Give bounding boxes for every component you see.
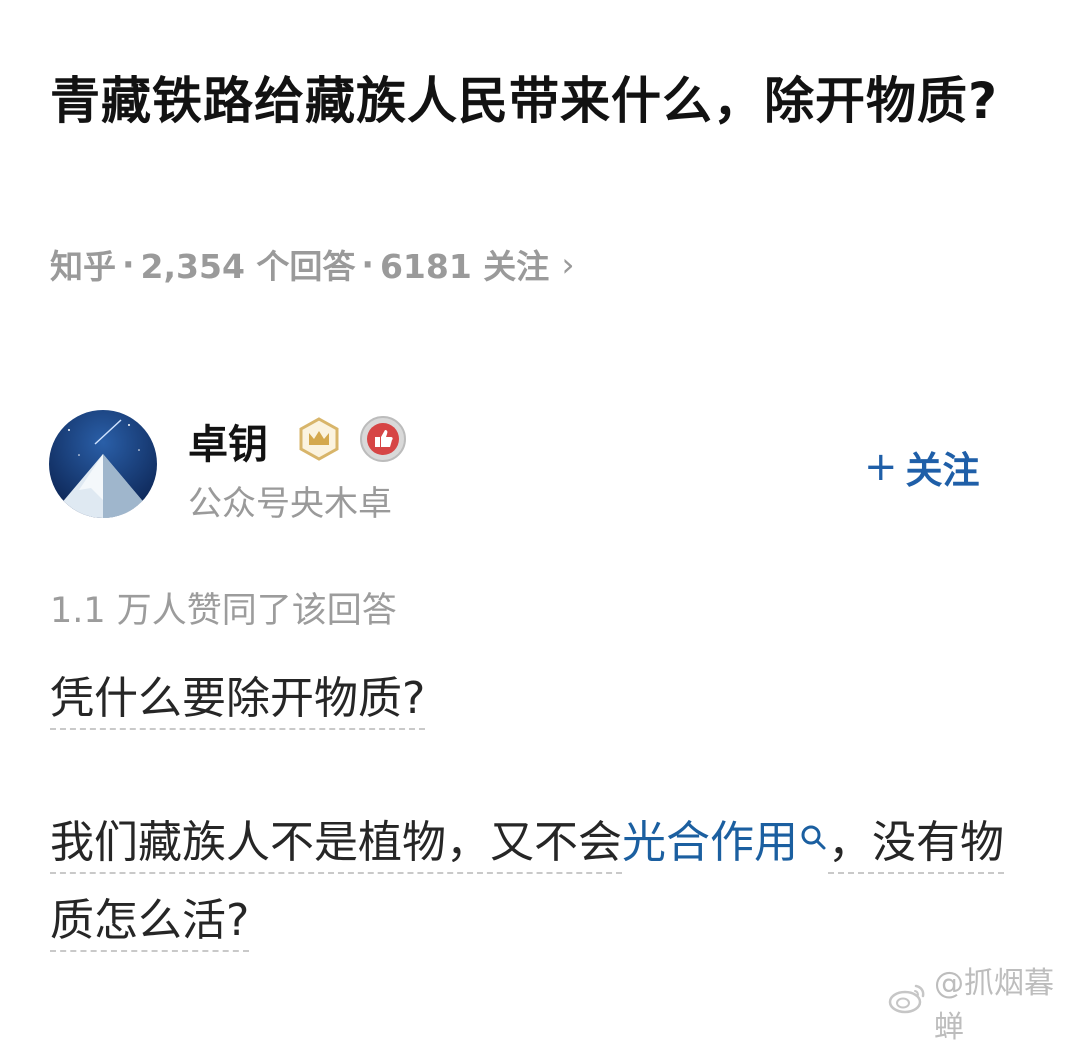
search-icon[interactable]	[798, 810, 828, 850]
thumbs-up-badge-icon	[359, 415, 407, 463]
vote-count: 1.1 万人赞同了该回答	[50, 591, 397, 631]
weibo-icon	[888, 982, 928, 1022]
avatar[interactable]	[49, 410, 157, 518]
author-name[interactable]: 卓钥	[188, 412, 268, 470]
question-title[interactable]: 青藏铁路给藏族人民带来什么，除开物质?	[50, 62, 1040, 140]
follow-count: 6181 关注	[379, 247, 550, 286]
watermark: @抓烟暮蝉	[888, 958, 1080, 1046]
separator: ·	[361, 244, 374, 284]
chevron-right-icon: ›	[561, 244, 575, 284]
search-link[interactable]: 光合作用	[622, 817, 798, 868]
answer-paragraph: 凭什么要除开物质?	[50, 660, 426, 738]
plus-icon: +	[864, 444, 898, 490]
answer-count: 2,354 个回答	[140, 247, 356, 286]
separator: ·	[122, 244, 135, 284]
answer-text: 我们藏族人不是植物，又不会	[50, 817, 622, 874]
source-label: 知乎	[50, 247, 116, 286]
question-meta[interactable]: 知乎 · 2,354 个回答 · 6181 关注 ›	[50, 240, 575, 288]
crown-badge-icon	[297, 417, 341, 461]
answer-paragraph: 我们藏族人不是植物，又不会光合作用 ，没有物质怎么活?	[50, 804, 1010, 960]
watermark-text: @抓烟暮蝉	[934, 966, 1054, 1045]
answer-text: 凭什么要除开物质?	[50, 673, 426, 730]
follow-button[interactable]: + 关注	[864, 440, 980, 494]
follow-label: 关注	[905, 449, 980, 492]
author-bio: 公众号央木卓	[188, 484, 392, 524]
